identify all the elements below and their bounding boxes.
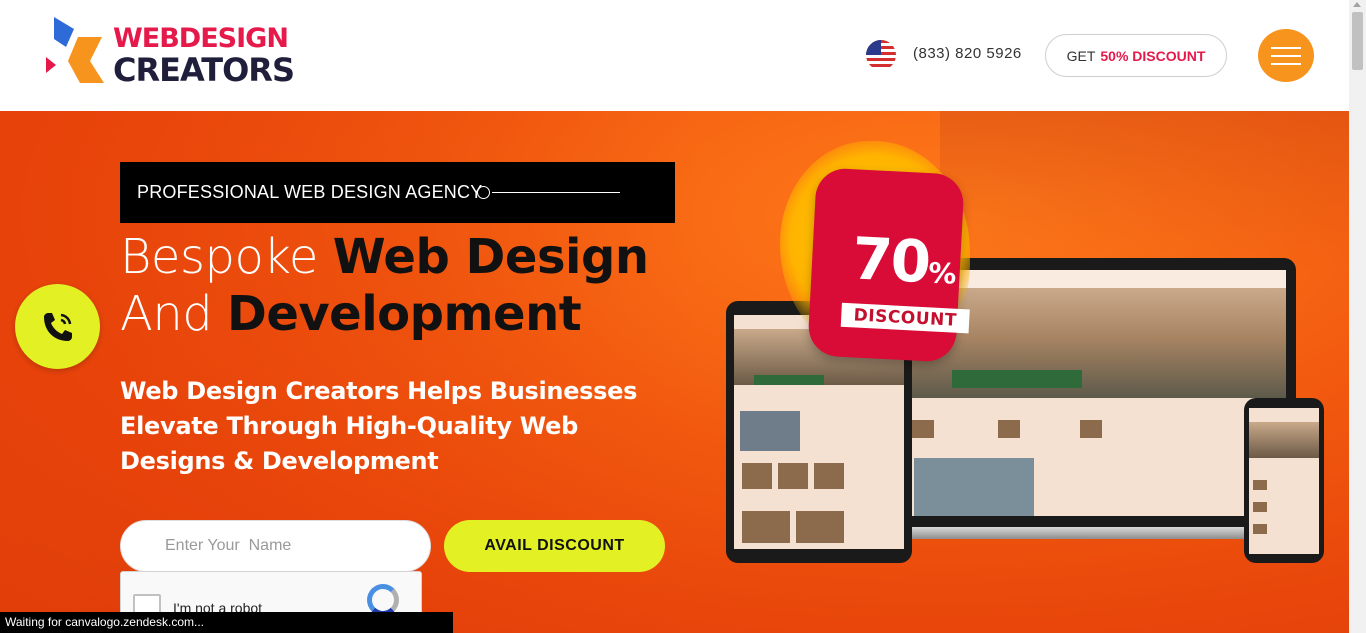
- headline-line1-bold: Web Design: [332, 229, 649, 285]
- promo-badge-label: DISCOUNT: [840, 302, 970, 334]
- scrollbar-thumb[interactable]: [1352, 12, 1363, 70]
- name-input[interactable]: [120, 520, 431, 572]
- browser-status-bar: Waiting for canvalogo.zendesk.com...: [0, 612, 453, 633]
- hero-section: PROFESSIONAL WEB DESIGN AGENCY Bespoke W…: [0, 111, 1349, 633]
- phone-call-icon: [43, 312, 72, 341]
- discount-button-highlight: 50% DISCOUNT: [1100, 47, 1206, 64]
- tagline-line-decoration: [492, 192, 620, 193]
- discount-button-prefix: GET: [1066, 47, 1096, 64]
- phone-mockup: [1244, 398, 1324, 563]
- promo-percent-value: 70: [850, 224, 931, 297]
- hamburger-icon: [1271, 46, 1301, 49]
- us-flag-icon: [866, 40, 896, 70]
- scroll-up-arrow-icon[interactable]: [1353, 2, 1361, 7]
- hero-headline: Bespoke Web Design And Development: [120, 229, 649, 343]
- logo-line-1: WEBDESIGN: [113, 23, 289, 54]
- promo-percent-sign: %: [927, 256, 956, 291]
- headline-line2-bold: Development: [226, 286, 582, 342]
- agency-tagline: PROFESSIONAL WEB DESIGN AGENCY: [137, 182, 483, 202]
- logo-wordmark: WEBDESIGN CREATORS: [113, 23, 295, 89]
- site-logo[interactable]: WEBDESIGN CREATORS: [44, 17, 295, 93]
- logo-line-2: CREATORS: [113, 51, 295, 89]
- headline-line2-light: And: [120, 286, 227, 342]
- page-scrollbar[interactable]: [1349, 0, 1366, 633]
- tagline-circle-decoration: [477, 186, 490, 199]
- logo-mark-icon: [46, 17, 104, 83]
- hero-subheadline: Web Design Creators Helps Businesses Ele…: [120, 377, 638, 475]
- site-header: WEBDESIGN CREATORS (833) 820 5926 GET 50…: [0, 0, 1349, 111]
- get-discount-button[interactable]: GET 50% DISCOUNT: [1045, 34, 1227, 77]
- headline-line1-light: Bespoke: [120, 229, 333, 285]
- hamburger-menu-button[interactable]: [1258, 29, 1314, 82]
- agency-tagline-box: PROFESSIONAL WEB DESIGN AGENCY: [120, 162, 675, 223]
- devices-illustration: 70% DISCOUNT: [720, 141, 1349, 611]
- promo-discount-badge: 70% DISCOUNT: [780, 141, 970, 363]
- header-phone-number[interactable]: (833) 820 5926: [913, 45, 1022, 62]
- avail-discount-button[interactable]: AVAIL DISCOUNT: [444, 520, 665, 572]
- call-button[interactable]: [15, 284, 100, 369]
